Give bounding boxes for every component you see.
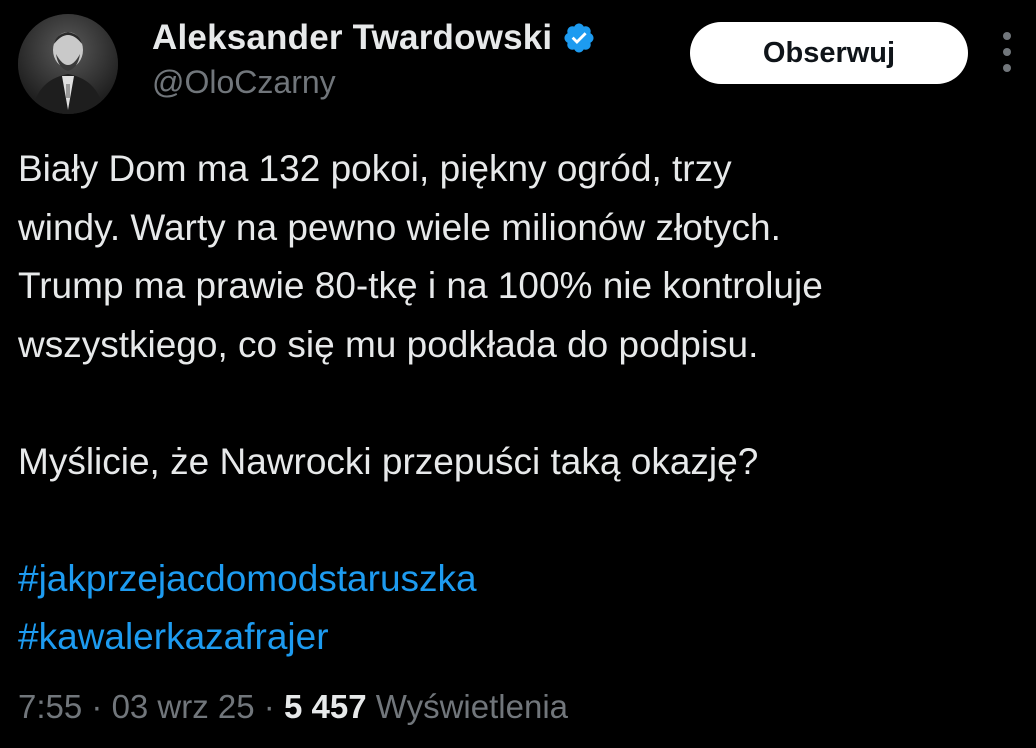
tweet-line: Myślicie, że Nawrocki przepuści taką oka… [18,440,759,482]
hashtag-link[interactable]: #jakprzejacdomodstaruszka [18,550,1033,609]
tweet-meta: 7:55 · 03 wrz 25 · 5 457 Wyświetlenia [18,688,568,726]
more-dot [1003,32,1011,40]
tweet-body: Biały Dom ma 132 pokoi, piękny ogród, tr… [18,140,1033,667]
views-label: Wyświetlenia [375,688,568,725]
tweet-date[interactable]: 03 wrz 25 [112,688,255,725]
tweet-time[interactable]: 7:55 [18,688,82,725]
author-display-name[interactable]: Aleksander Twardowski [152,18,552,58]
meta-separator: · [254,688,284,725]
more-vertical-icon[interactable] [992,32,1022,72]
avatar[interactable] [18,14,118,114]
author-handle[interactable]: @OloCzarny [152,64,336,101]
author-name-row: Aleksander Twardowski [152,18,596,58]
tweet-line: wszystkiego, co się mu podkłada do podpi… [18,323,759,365]
tweet-line: Biały Dom ma 132 pokoi, piękny ogród, tr… [18,148,732,189]
more-dot [1003,48,1011,56]
avatar-photo [18,14,118,114]
verified-badge-icon[interactable] [562,21,596,55]
meta-separator: · [82,688,112,725]
more-dot [1003,64,1011,72]
tweet-line: Trump ma prawie 80-tkę i na 100% nie kon… [18,265,823,306]
views-count: 5 457 [283,688,367,725]
tweet-line: windy. Warty na pewno wiele milionów zło… [18,206,781,248]
follow-button[interactable]: Obserwuj [690,22,968,84]
hashtag-link[interactable]: #kawalerkazafrajer [18,608,1033,667]
